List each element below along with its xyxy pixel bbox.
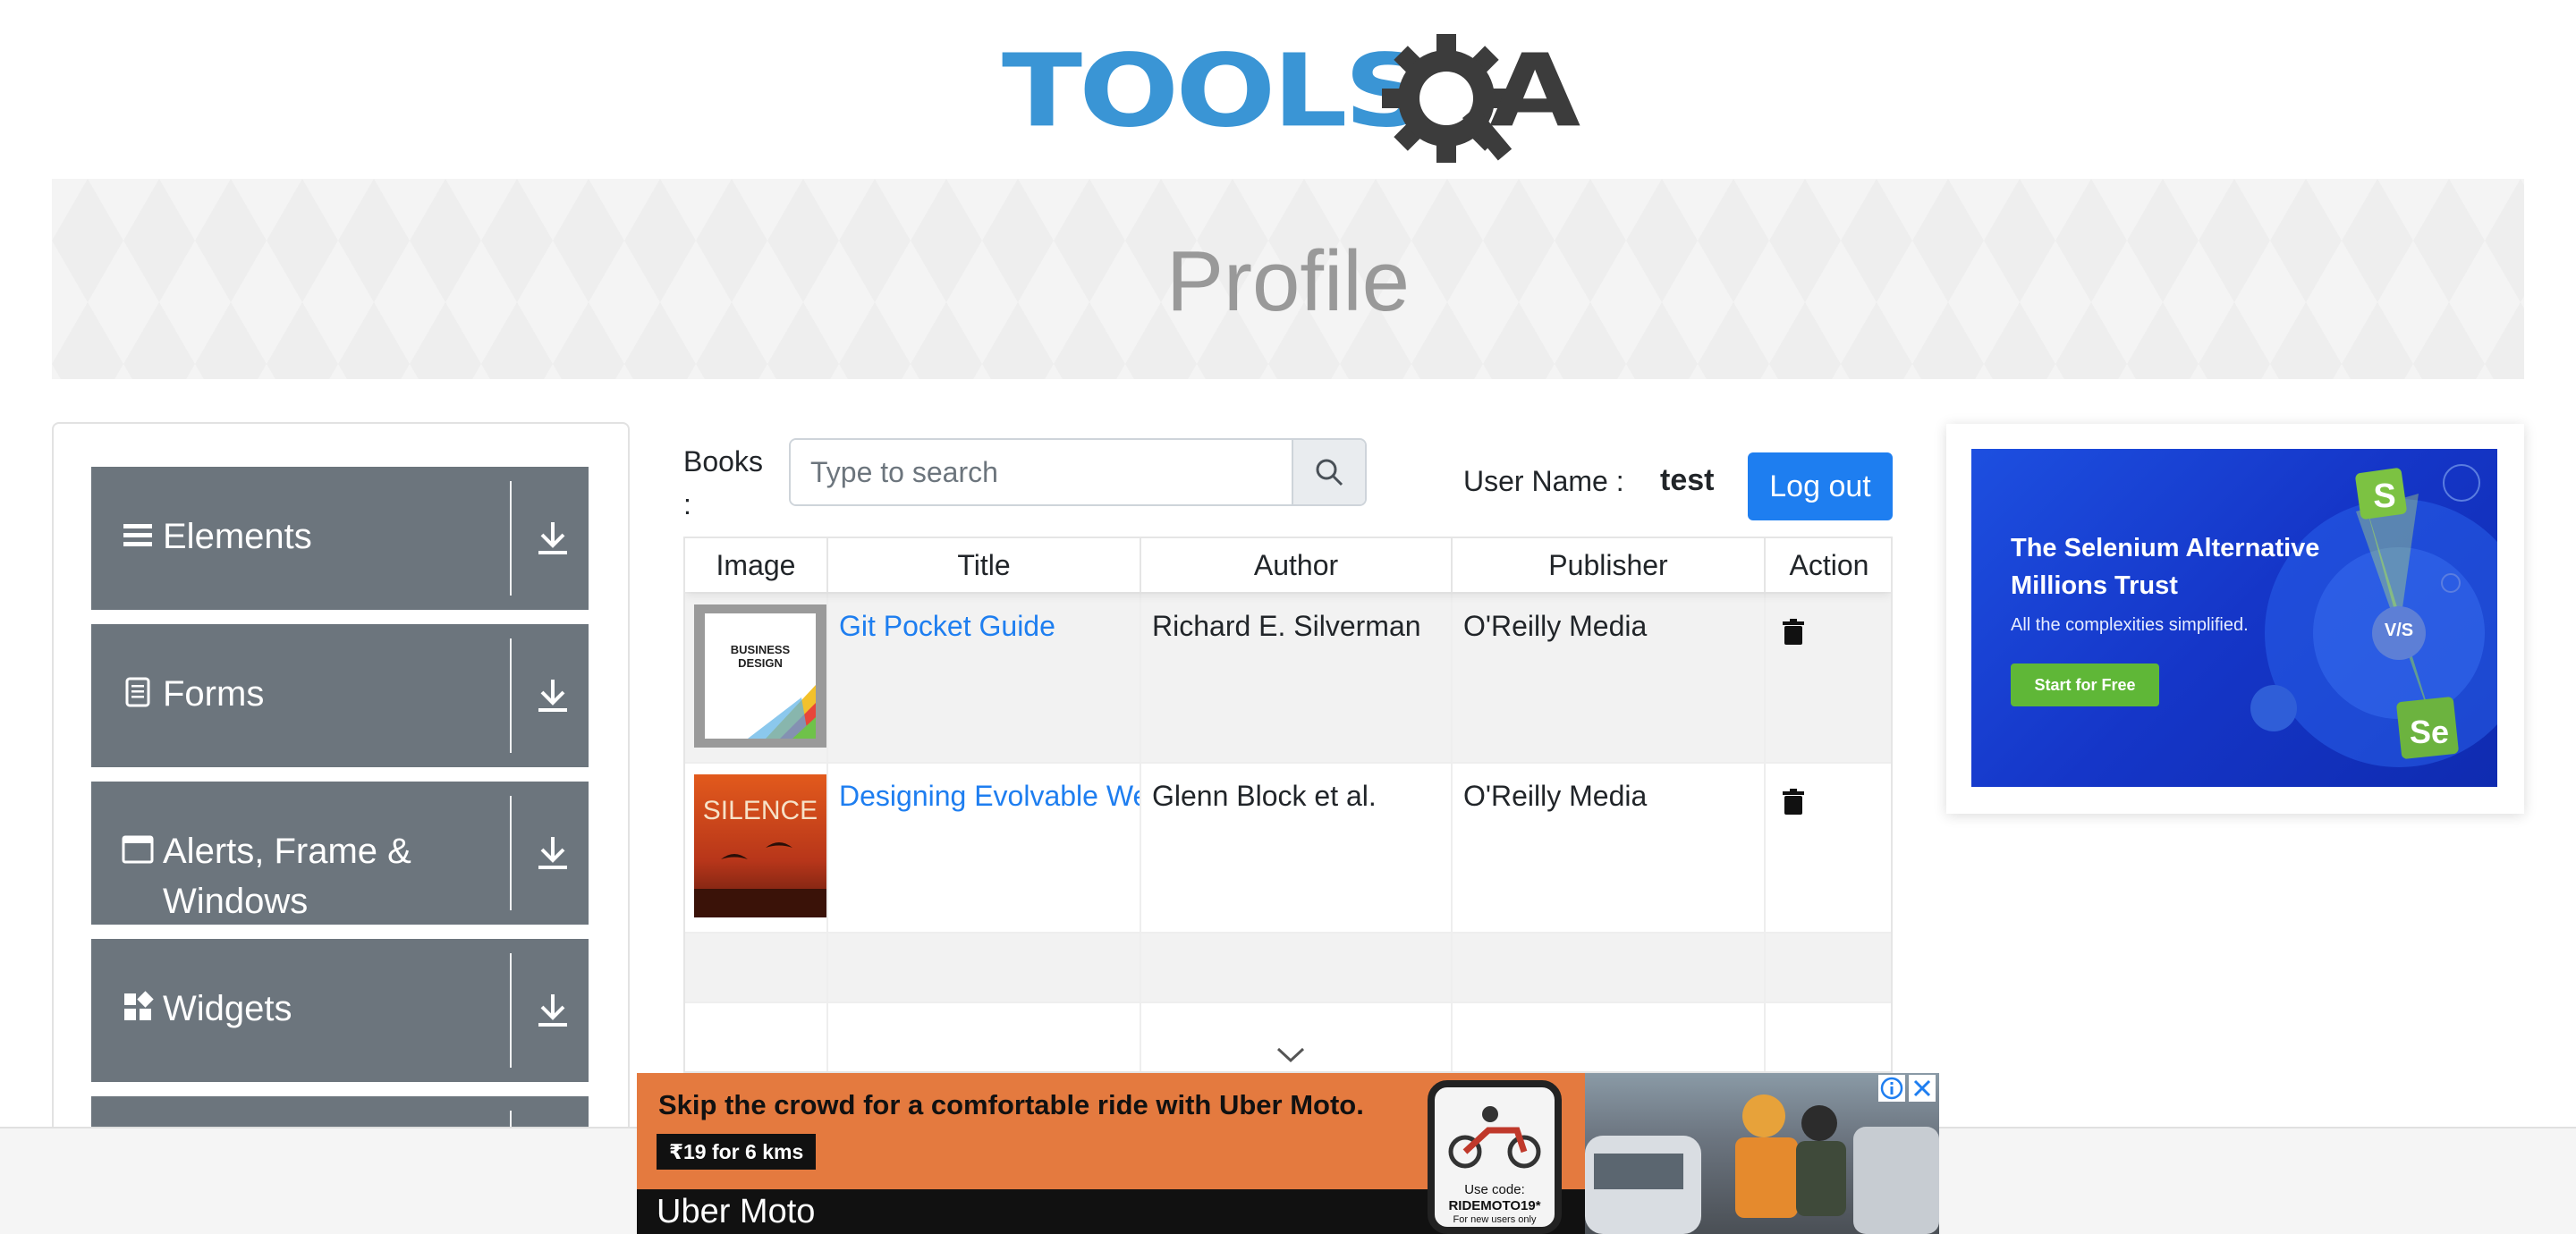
cell-empty xyxy=(1766,934,1891,1002)
sidebar-group-widgets[interactable]: Widgets xyxy=(91,939,589,1082)
page-banner: Profile xyxy=(52,179,2524,379)
toolsqa-logo[interactable]: TOOLS A xyxy=(1002,25,1583,168)
books-table: Image Title Author Publisher Action BUSI… xyxy=(683,537,1893,1073)
ad-badge-se: Se xyxy=(2409,714,2450,750)
column-header-title[interactable]: Title xyxy=(828,538,1141,592)
hamburger-icon xyxy=(123,524,152,546)
cell-title: Git Pocket Guide xyxy=(828,594,1141,762)
book-author: Richard E. Silverman xyxy=(1152,610,1421,642)
ad-subtitle: All the complexities simplified. xyxy=(2011,615,2249,635)
sidebar-group-forms[interactable]: Forms xyxy=(91,624,589,767)
column-header-image[interactable]: Image xyxy=(685,538,828,592)
close-icon[interactable] xyxy=(1909,1075,1936,1102)
logout-button[interactable]: Log out xyxy=(1748,452,1893,520)
cell-action xyxy=(1766,764,1891,932)
book-author: Glenn Block et al. xyxy=(1152,780,1377,812)
logo-a-letter: A xyxy=(1489,32,1581,150)
table-row: BUSINESS DESIGN Git Pocket Guide Richard… xyxy=(685,592,1891,762)
cell-author: Richard E. Silverman xyxy=(1141,594,1453,762)
cell-empty xyxy=(828,1003,1141,1071)
ad-promo-code: RIDEMOTO19* xyxy=(1448,1198,1541,1213)
sidebar-group-label: Widgets xyxy=(163,989,292,1028)
download-icon[interactable] xyxy=(530,672,576,719)
sidebar-group-elements[interactable]: Elements xyxy=(91,467,589,610)
book-publisher: O'Reilly Media xyxy=(1463,780,1648,812)
ad-title: The Selenium Alternative Millions Trust xyxy=(2011,534,2320,600)
sidebar-group-label: Forms xyxy=(163,674,265,714)
motorbike-icon xyxy=(1448,1106,1541,1169)
book-publisher: O'Reilly Media xyxy=(1463,610,1648,642)
trash-icon[interactable] xyxy=(1782,789,1805,816)
download-icon[interactable] xyxy=(530,515,576,562)
info-icon[interactable] xyxy=(1878,1075,1905,1102)
user-name-value: test xyxy=(1660,463,1715,497)
svg-text:SILENCE: SILENCE xyxy=(703,796,818,825)
chevron-down-icon[interactable] xyxy=(1275,1046,1306,1064)
sidebar: Elements Forms Alerts, Frame & Windows W… xyxy=(52,422,630,1234)
book-cover-image: SILENCE xyxy=(694,774,826,917)
divider xyxy=(510,796,512,910)
page-title: Profile xyxy=(1165,233,1411,329)
logo-text: TOOLS xyxy=(1002,32,1429,150)
divider xyxy=(510,953,512,1068)
ad-price-tag: ₹19 for 6 kms xyxy=(657,1134,817,1170)
cell-publisher: O'Reilly Media xyxy=(1453,764,1766,932)
book-cover-image: BUSINESS DESIGN xyxy=(694,604,826,748)
sidebar-group-alerts[interactable]: Alerts, Frame & Windows xyxy=(91,782,589,925)
bottom-ad[interactable]: Skip the crowd for a comfortable ride wi… xyxy=(637,1073,1939,1234)
column-header-action[interactable]: Action xyxy=(1766,538,1891,592)
ad-cta-button[interactable]: Start for Free xyxy=(2011,663,2159,706)
svg-text:BUSINESS: BUSINESS xyxy=(731,643,791,656)
table-row: SILENCE Designing Evolvable We Glenn Blo… xyxy=(685,762,1891,932)
cell-image: SILENCE xyxy=(685,764,828,932)
ad-creative[interactable]: S V/S Se The Selenium Alternative Millio… xyxy=(1971,449,2497,787)
svg-text:DESIGN: DESIGN xyxy=(738,656,783,670)
books-label: Books : xyxy=(683,445,763,520)
ad-badge-s: S xyxy=(2373,478,2396,515)
search-icon xyxy=(1316,459,1343,486)
cell-title: Designing Evolvable We xyxy=(828,764,1141,932)
divider xyxy=(510,481,512,596)
divider xyxy=(510,638,512,753)
cell-image: BUSINESS DESIGN xyxy=(685,594,828,762)
table-header: Image Title Author Publisher Action xyxy=(685,538,1891,592)
search-button[interactable] xyxy=(1292,440,1365,504)
document-icon xyxy=(125,677,150,707)
search-box xyxy=(789,438,1367,506)
trash-icon[interactable] xyxy=(1782,619,1805,646)
ad-headline: Skip the crowd for a comfortable ride wi… xyxy=(658,1089,1364,1120)
cell-author: Glenn Block et al. xyxy=(1141,764,1453,932)
table-row-empty xyxy=(685,932,1891,1002)
cell-action xyxy=(1766,594,1891,762)
window-icon xyxy=(122,835,154,864)
ad-promo-note: For new users only xyxy=(1453,1214,1537,1225)
cell-empty xyxy=(685,934,828,1002)
download-icon[interactable] xyxy=(530,987,576,1034)
cell-empty xyxy=(685,1003,828,1071)
cell-empty xyxy=(1453,934,1766,1002)
ad-brand: Uber Moto xyxy=(657,1193,816,1230)
sidebar-group-label: Elements xyxy=(163,517,312,556)
cell-publisher: O'Reilly Media xyxy=(1453,594,1766,762)
user-name-label: User Name : xyxy=(1463,465,1624,497)
ad-use-code-label: Use code: xyxy=(1464,1182,1525,1197)
column-header-publisher[interactable]: Publisher xyxy=(1453,538,1766,592)
column-header-author[interactable]: Author xyxy=(1141,538,1453,592)
ad-badge-vs: V/S xyxy=(2384,621,2414,640)
ad-phone-graphic: Use code: RIDEMOTO19* For new users only xyxy=(1428,1080,1562,1234)
cell-empty xyxy=(1141,934,1453,1002)
cell-empty xyxy=(1453,1003,1766,1071)
book-title-link[interactable]: Git Pocket Guide xyxy=(839,610,1055,643)
cell-empty xyxy=(1766,1003,1891,1071)
sidebar-ad[interactable]: S V/S Se The Selenium Alternative Millio… xyxy=(1946,424,2524,814)
download-icon[interactable] xyxy=(530,830,576,876)
book-title-link[interactable]: Designing Evolvable We xyxy=(839,780,1140,813)
widgets-icon xyxy=(124,991,154,1020)
cell-empty xyxy=(828,934,1141,1002)
sidebar-group-label: Alerts, Frame & Windows xyxy=(163,832,411,921)
search-input[interactable] xyxy=(791,440,1292,504)
